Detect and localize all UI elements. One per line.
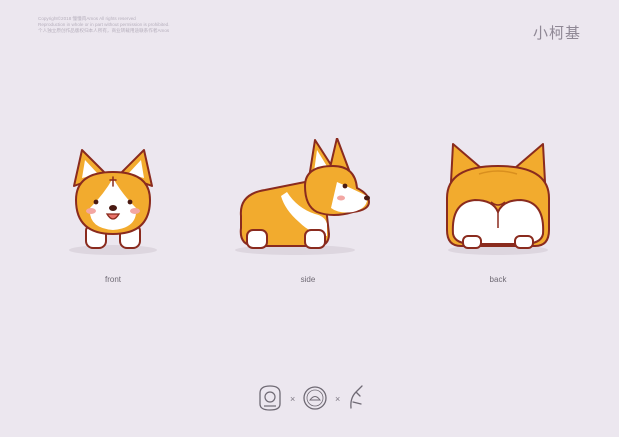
logo-badge-icon: [259, 385, 281, 411]
separator: ×: [290, 394, 296, 404]
front-view-label: front: [104, 275, 121, 284]
side-view: [233, 138, 383, 298]
side-view-label: side: [300, 275, 316, 284]
footer-logos: × ×: [0, 384, 619, 416]
back-view: [423, 138, 573, 298]
corgi-front-icon: [69, 149, 157, 255]
copyright-notice: Copyright©2018 憧憧肉Amos All rights reserv…: [38, 16, 170, 34]
corgi-side-icon: [235, 138, 371, 255]
separator: ×: [335, 394, 341, 404]
page-title: 小柯基: [532, 25, 581, 42]
copyright-line-3: 个人独立原创作品版权归本人所有，商业转载用途联系作者Amos: [38, 28, 170, 33]
logo-round-icon: [303, 386, 327, 410]
corgi-back-icon: [446, 143, 550, 255]
logo-figure-icon: [350, 385, 363, 409]
front-view: [38, 138, 188, 298]
back-view-label: back: [489, 275, 507, 284]
